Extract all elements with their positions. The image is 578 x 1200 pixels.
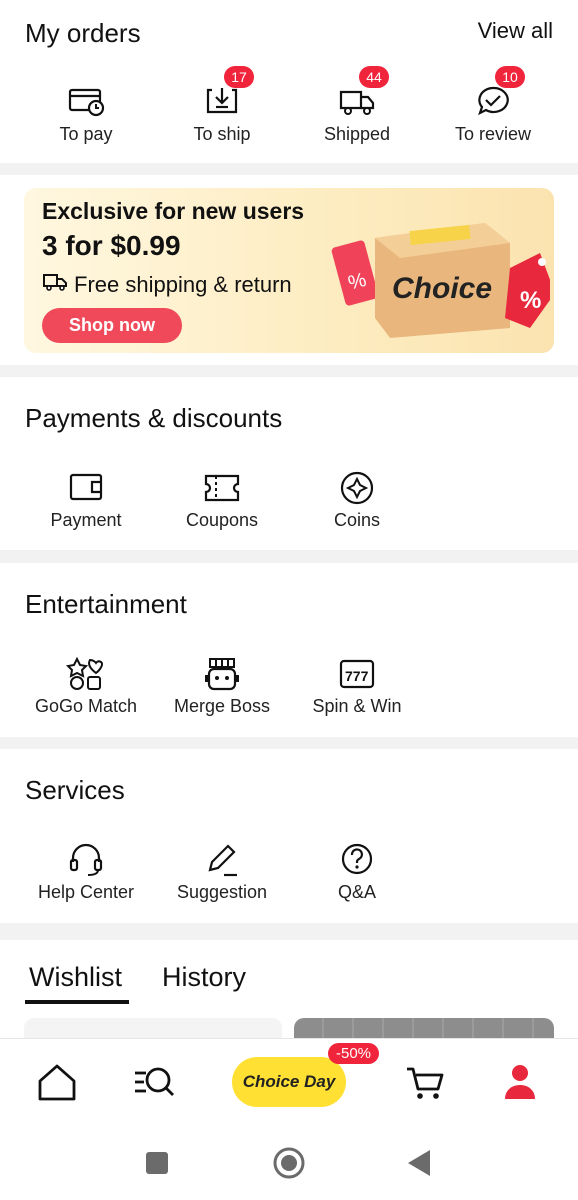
qa-button[interactable]: Q&A [292, 842, 422, 903]
promo-headline: Exclusive for new users [42, 198, 305, 224]
discount-badge: -50% [328, 1043, 380, 1064]
to-review-badge: 10 [495, 66, 525, 88]
active-tab-indicator [25, 1000, 129, 1004]
choice-brand-text: Choice [392, 272, 492, 305]
nav-search[interactable] [132, 1061, 176, 1108]
merge-boss-button[interactable]: Merge Boss [157, 656, 287, 717]
payments-section: Payments & discounts Payment Coupons Coi… [0, 377, 578, 550]
to-ship-label: To ship [193, 124, 251, 144]
pencil-icon [202, 842, 242, 878]
coupons-button[interactable]: Coupons [157, 470, 287, 531]
truck-icon [42, 272, 68, 298]
to-pay-label: To pay [59, 124, 113, 144]
nav-home[interactable] [36, 1061, 78, 1108]
qa-label: Q&A [337, 882, 376, 902]
new-user-banner[interactable]: Exclusive for new users 3 for $0.99 Free… [24, 188, 554, 353]
payment-label: Payment [50, 510, 122, 530]
my-orders-section: My orders View all To pay 17 To ship 44 … [0, 0, 578, 163]
question-bubble-icon [337, 842, 377, 878]
gogo-match-label: GoGo Match [34, 696, 138, 716]
coins-label: Coins [333, 510, 381, 530]
nav-cart[interactable] [404, 1061, 446, 1108]
recents-icon[interactable] [145, 1151, 169, 1180]
suggestion-label: Suggestion [176, 882, 268, 902]
choice-day-button[interactable]: Choice Day [232, 1057, 346, 1107]
headset-icon [66, 842, 106, 878]
to-pay-button[interactable]: To pay [21, 84, 151, 145]
services-section: Services Help Center Suggestion Q&A [0, 749, 578, 923]
my-orders-title: My orders [25, 18, 141, 48]
svg-text:777: 777 [345, 668, 369, 684]
wallet-clock-icon [66, 84, 106, 120]
coin-icon [337, 470, 377, 506]
match-icon [65, 656, 106, 692]
spin-win-button[interactable]: 777 Spin & Win [292, 656, 422, 717]
gogo-match-button[interactable]: GoGo Match [21, 656, 151, 717]
coins-button[interactable]: Coins [292, 470, 422, 531]
suggestion-button[interactable]: Suggestion [157, 842, 287, 903]
promo-shipping: Free shipping & return [42, 272, 292, 298]
chat-check-icon: 10 [473, 66, 525, 120]
back-icon[interactable] [406, 1148, 432, 1183]
home-circle-icon[interactable] [272, 1146, 306, 1185]
help-center-button[interactable]: Help Center [21, 842, 151, 903]
account-icon [502, 1065, 538, 1107]
ticket-icon [202, 470, 242, 506]
help-center-label: Help Center [37, 882, 135, 902]
merge-boss-label: Merge Boss [173, 696, 271, 716]
payments-title: Payments & discounts [25, 403, 283, 433]
spin-win-label: Spin & Win [312, 696, 402, 716]
cart-icon [404, 1067, 446, 1107]
entertainment-title: Entertainment [25, 589, 187, 619]
svg-text:%: % [520, 287, 541, 314]
promo-shipping-label: Free shipping & return [74, 272, 292, 297]
robot-icon [202, 656, 242, 692]
payment-button[interactable]: Payment [21, 470, 151, 531]
wishlist-history-tabs: Wishlist History [0, 940, 578, 1058]
nav-account[interactable] [502, 1061, 538, 1108]
to-review-button[interactable]: 10 To review [428, 66, 558, 145]
shipped-button[interactable]: 44 Shipped [292, 66, 422, 145]
shipped-label: Shipped [323, 124, 391, 144]
services-title: Services [25, 775, 125, 805]
slot-777-icon: 777 [337, 656, 377, 692]
promo-price: 3 for $0.99 [42, 230, 181, 261]
home-icon [36, 1064, 78, 1107]
inbox-download-icon: 17 [202, 66, 254, 120]
search-list-icon [132, 1067, 176, 1107]
truck-icon: 44 [337, 66, 389, 120]
entertainment-section: Entertainment GoGo Match Merge Boss 777 … [0, 563, 578, 737]
to-review-label: To review [454, 124, 532, 144]
shop-now-button[interactable]: Shop now [42, 308, 182, 343]
tab-wishlist[interactable]: Wishlist [29, 962, 122, 993]
bottom-nav: Choice Day -50% [0, 1038, 578, 1126]
coupons-label: Coupons [185, 510, 259, 530]
tab-history[interactable]: History [162, 962, 246, 993]
view-all-link[interactable]: View all [478, 18, 553, 44]
to-ship-button[interactable]: 17 To ship [157, 66, 287, 145]
system-nav-bar [0, 1126, 578, 1200]
shipped-badge: 44 [359, 66, 389, 88]
choice-box-illustration: % Choice % [331, 223, 550, 338]
to-ship-badge: 17 [224, 66, 254, 88]
wallet-icon [66, 470, 106, 506]
